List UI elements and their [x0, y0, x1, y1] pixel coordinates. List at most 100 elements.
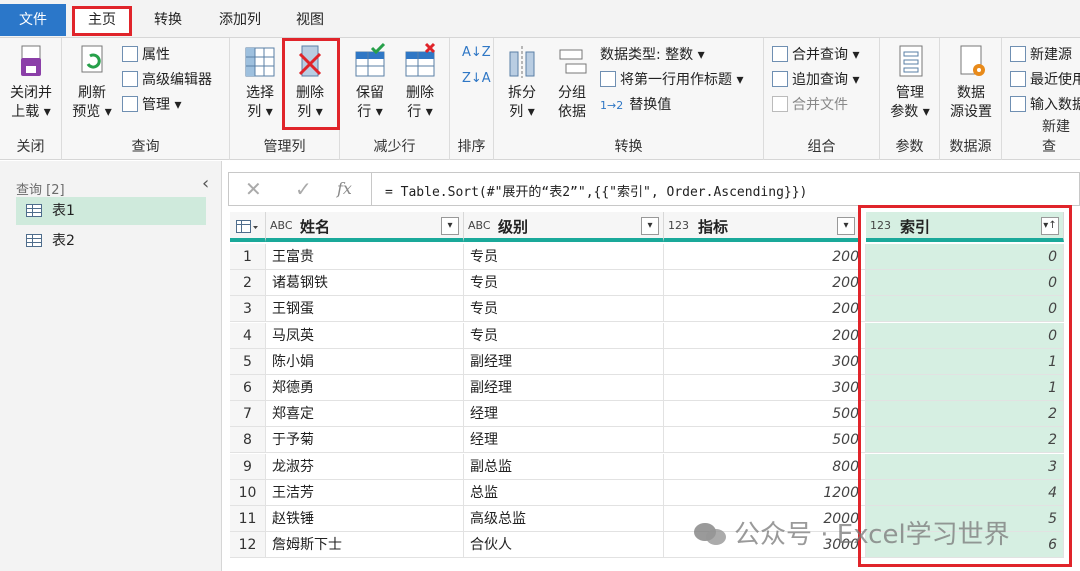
- remove-rows-button[interactable]: 删除 行 ▾: [396, 42, 444, 122]
- cell-level[interactable]: 专员: [464, 244, 664, 270]
- cell-level[interactable]: 总监: [464, 479, 664, 506]
- filter-dropdown-icon[interactable]: ▾: [441, 217, 459, 235]
- cell-name[interactable]: 马凤英: [266, 322, 464, 349]
- cell-name[interactable]: 王富贵: [266, 244, 464, 270]
- cell-name[interactable]: 陈小娟: [266, 348, 464, 375]
- enter-data-icon: [1010, 96, 1026, 112]
- row-number[interactable]: 4: [230, 322, 266, 349]
- cell-name[interactable]: 龙淑芬: [266, 453, 464, 480]
- data-type-dropdown[interactable]: 数据类型: 整数 ▾: [600, 44, 705, 66]
- table-menu-button[interactable]: [230, 212, 266, 242]
- sort-descending-button[interactable]: Z↓A: [462, 68, 491, 90]
- combine-files-button[interactable]: 合并文件: [772, 94, 848, 116]
- recent-sources-button[interactable]: 最近使用: [1010, 69, 1080, 91]
- collapse-pane-icon[interactable]: ‹: [202, 173, 209, 194]
- cell-level[interactable]: 副总监: [464, 453, 664, 480]
- row-number[interactable]: 10: [230, 479, 266, 506]
- cell-name[interactable]: 王洁芳: [266, 479, 464, 506]
- cell-name[interactable]: 郑喜定: [266, 401, 464, 428]
- remove-columns-highlight: [282, 38, 340, 130]
- queries-pane: 查询 [2] ‹ 表1 表2: [0, 161, 222, 571]
- cell-target[interactable]: 300: [664, 375, 866, 401]
- cell-target[interactable]: 200: [664, 322, 866, 349]
- tab-add-column[interactable]: 添加列: [206, 6, 274, 34]
- cell-target[interactable]: 200: [664, 270, 866, 297]
- cell-target[interactable]: 200: [664, 244, 866, 270]
- close-and-load-button[interactable]: 关闭并 上载 ▾: [4, 42, 58, 122]
- row-number[interactable]: 8: [230, 427, 266, 454]
- query-item-table1[interactable]: 表1: [16, 197, 206, 225]
- cancel-formula-icon[interactable]: ✕: [245, 177, 262, 201]
- replace-values-icon: 1→2: [600, 99, 624, 112]
- cell-level[interactable]: 经理: [464, 401, 664, 428]
- refresh-preview-button[interactable]: 刷新 预览 ▾: [68, 42, 116, 122]
- keep-rows-icon: [352, 42, 388, 80]
- cell-level[interactable]: 合伙人: [464, 532, 664, 559]
- cell-target[interactable]: 800: [664, 453, 866, 480]
- group-label-combine: 组合: [807, 139, 836, 155]
- cell-target[interactable]: 500: [664, 427, 866, 454]
- column-header-name[interactable]: ABC 姓名 ▾: [266, 212, 464, 242]
- cell-level[interactable]: 专员: [464, 270, 664, 297]
- properties-button[interactable]: 属性: [122, 44, 170, 66]
- filter-dropdown-icon[interactable]: ▾: [641, 217, 659, 235]
- append-queries-button[interactable]: 追加查询 ▾: [772, 69, 859, 91]
- tab-view[interactable]: 视图: [282, 6, 338, 34]
- tab-home[interactable]: 主页: [72, 6, 132, 36]
- tab-file[interactable]: 文件: [0, 4, 66, 36]
- row-number[interactable]: 6: [230, 375, 266, 401]
- row-number[interactable]: 5: [230, 348, 266, 375]
- new-source-button[interactable]: 新建源: [1010, 44, 1072, 66]
- row-number[interactable]: 1: [230, 244, 266, 270]
- data-source-settings-button[interactable]: 数据 源设置: [944, 42, 998, 122]
- formula-input[interactable]: = Table.Sort(#"展开的“表2”",{{"索引", Order.As…: [385, 181, 807, 200]
- manage-parameters-button[interactable]: 管理 参数 ▾: [884, 42, 936, 122]
- cell-name[interactable]: 赵铁锤: [266, 506, 464, 532]
- cell-level[interactable]: 专员: [464, 296, 664, 323]
- row-number[interactable]: 9: [230, 453, 266, 480]
- row-number[interactable]: 7: [230, 401, 266, 428]
- merge-queries-button[interactable]: 合并查询 ▾: [772, 44, 859, 66]
- cell-name[interactable]: 郑德勇: [266, 375, 464, 401]
- watermark: 公众号 · Excel学习世界: [694, 514, 1010, 551]
- sort-ascending-button[interactable]: A↓Z: [462, 42, 491, 64]
- group-by-button[interactable]: 分组 依据: [548, 42, 596, 122]
- column-header-target[interactable]: 123 指标 ▾: [664, 212, 860, 242]
- row-number[interactable]: 3: [230, 296, 266, 323]
- cell-level[interactable]: 副经理: [464, 348, 664, 375]
- replace-values-button[interactable]: 1→2 替换值: [600, 94, 671, 116]
- keep-rows-button[interactable]: 保留 行 ▾: [346, 42, 394, 122]
- group-label-reduce-rows: 减少行: [373, 139, 416, 155]
- cell-target[interactable]: 300: [664, 348, 866, 375]
- cell-name[interactable]: 王钢蛋: [266, 296, 464, 323]
- filter-dropdown-icon[interactable]: ▾: [837, 217, 855, 235]
- use-first-row-as-headers-button[interactable]: 将第一行用作标题 ▾: [600, 69, 743, 91]
- row-number[interactable]: 12: [230, 532, 266, 559]
- close-and-load-label-2: 上载: [11, 104, 40, 120]
- cell-target[interactable]: 200: [664, 296, 866, 323]
- cell-name[interactable]: 于予菊: [266, 427, 464, 454]
- row-number[interactable]: 11: [230, 506, 266, 532]
- table-icon: [26, 234, 42, 247]
- ribbon-group-query: 刷新 预览 ▾ 属性 高级编辑器 管理 ▾ 查询: [62, 38, 230, 160]
- tab-transform[interactable]: 转换: [140, 6, 196, 34]
- cell-name[interactable]: 诸葛钢铁: [266, 270, 464, 297]
- advanced-editor-button[interactable]: 高级编辑器: [122, 69, 212, 91]
- row-number[interactable]: 2: [230, 270, 266, 297]
- cell-target[interactable]: 500: [664, 401, 866, 428]
- query-item-table2[interactable]: 表2: [16, 227, 206, 255]
- cell-level[interactable]: 高级总监: [464, 506, 664, 532]
- enter-data-button[interactable]: 输入数据: [1010, 94, 1080, 116]
- confirm-formula-icon[interactable]: ✓: [295, 177, 312, 201]
- group-by-icon: [554, 42, 590, 80]
- cell-name[interactable]: 詹姆斯下士: [266, 532, 464, 559]
- split-column-button[interactable]: 拆分 列 ▾: [498, 42, 546, 122]
- column-header-level[interactable]: ABC 级别 ▾: [464, 212, 664, 242]
- choose-columns-button[interactable]: 选择 列 ▾: [236, 42, 284, 122]
- manage-button[interactable]: 管理 ▾: [122, 94, 181, 116]
- cell-level[interactable]: 专员: [464, 322, 664, 349]
- cell-target[interactable]: 1200: [664, 479, 866, 506]
- cell-level[interactable]: 副经理: [464, 375, 664, 401]
- cell-level[interactable]: 经理: [464, 427, 664, 454]
- fx-icon[interactable]: fx: [337, 179, 352, 198]
